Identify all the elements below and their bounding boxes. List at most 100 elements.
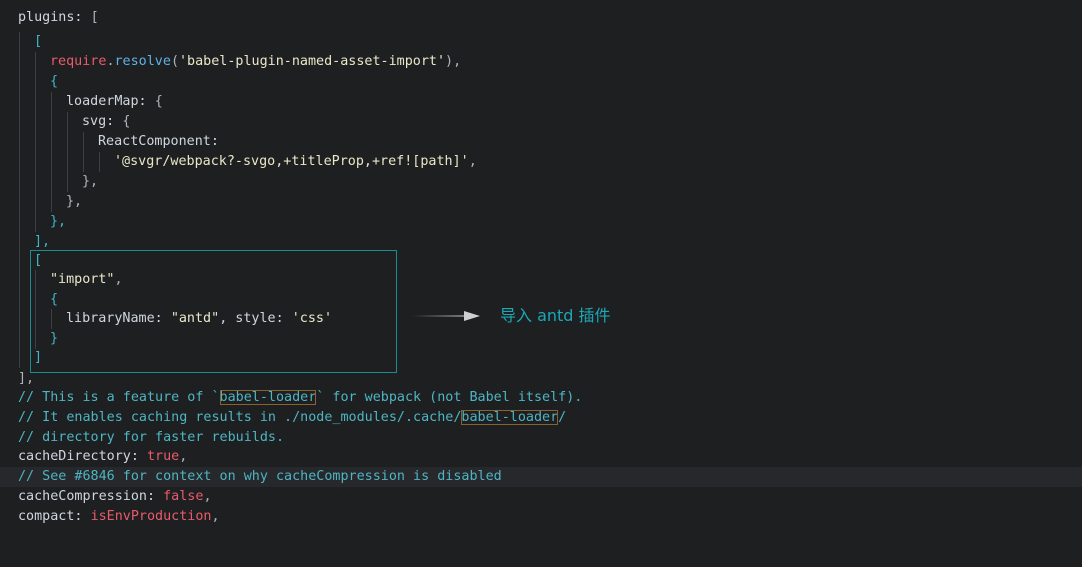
arrow-right-icon bbox=[412, 311, 480, 321]
indent-guide bbox=[19, 132, 20, 152]
indent-guide bbox=[19, 72, 20, 92]
indent-guide bbox=[67, 172, 68, 192]
token: resolve bbox=[114, 54, 171, 69]
indent-guide bbox=[67, 132, 68, 152]
indent-guide bbox=[19, 348, 20, 368]
comment-text: / bbox=[558, 410, 567, 425]
token: ], bbox=[18, 371, 35, 386]
code-editor[interactable]: plugins: [ [ require.resolve('babel-plug… bbox=[0, 0, 1082, 530]
indent-guide bbox=[19, 270, 20, 290]
indent-guide bbox=[19, 172, 20, 192]
indent-guide bbox=[19, 309, 20, 329]
search-match-highlight: babel-loader bbox=[461, 410, 559, 425]
indent-guide bbox=[51, 92, 52, 112]
indent-guide bbox=[19, 152, 20, 172]
indent-guide bbox=[67, 152, 68, 172]
vertical-scrollbar[interactable] bbox=[1076, 0, 1082, 530]
indent-guide bbox=[35, 172, 36, 192]
code-line-25: cacheCompression: false, bbox=[0, 487, 1082, 507]
token: , bbox=[203, 489, 212, 504]
code-line-12: ], bbox=[0, 232, 1082, 252]
code-line-6: svg: { bbox=[0, 112, 1082, 132]
indent-guide bbox=[83, 132, 84, 152]
code-line-23: cacheDirectory: true, bbox=[0, 447, 1082, 467]
code-line-11: }, bbox=[0, 212, 1082, 232]
token: , bbox=[211, 509, 220, 524]
indent-guide bbox=[19, 92, 20, 112]
indent-guide bbox=[51, 192, 52, 212]
token: ReactComponent: bbox=[98, 134, 219, 149]
token: ], bbox=[34, 234, 51, 249]
comment-text: // This is a feature of ` bbox=[18, 390, 220, 405]
token: cacheCompression: bbox=[18, 489, 164, 504]
token: true bbox=[147, 449, 180, 464]
indent-guide bbox=[19, 329, 20, 349]
token: 'babel-plugin-named-asset-import' bbox=[179, 54, 446, 69]
code-line-24-current: // See #6846 for context on why cacheCom… bbox=[0, 467, 1082, 487]
token: }, bbox=[50, 214, 67, 229]
search-match-highlight: babel-loader bbox=[219, 390, 317, 405]
indent-guide bbox=[19, 232, 20, 252]
indent-guide bbox=[19, 52, 20, 72]
indent-guide bbox=[35, 72, 36, 92]
token: ), bbox=[445, 54, 462, 69]
indent-guide bbox=[19, 112, 20, 132]
indent-guide bbox=[51, 152, 52, 172]
code-line-9: }, bbox=[0, 172, 1082, 192]
indent-guide bbox=[35, 212, 36, 232]
token: false bbox=[163, 489, 204, 504]
token: plugins: bbox=[18, 10, 91, 25]
indent-guide bbox=[35, 92, 36, 112]
code-line-10: }, bbox=[0, 192, 1082, 212]
indent-guide bbox=[35, 132, 36, 152]
indent-guide bbox=[35, 112, 36, 132]
token: ( bbox=[170, 54, 179, 69]
code-line-3: require.resolve('babel-plugin-named-asse… bbox=[0, 52, 1082, 72]
code-line-2: [ bbox=[0, 32, 1082, 52]
code-line-7: ReactComponent: bbox=[0, 132, 1082, 152]
indent-guide bbox=[35, 192, 36, 212]
comment-text: // See #6846 for context on why cacheCom… bbox=[18, 469, 502, 484]
annotation-label: 导入 antd 插件 bbox=[500, 306, 611, 325]
token: [ bbox=[90, 10, 99, 25]
indent-guide bbox=[35, 52, 36, 72]
token: { bbox=[50, 74, 59, 89]
token: loaderMap: bbox=[66, 94, 155, 109]
token: compact: bbox=[18, 509, 91, 524]
code-line-20: // This is a feature of `babel-loader` f… bbox=[0, 388, 1082, 408]
code-line-8: '@svgr/webpack?-svgo,+titleProp,+ref![pa… bbox=[0, 152, 1082, 172]
token: , bbox=[468, 154, 477, 169]
indent-guide bbox=[51, 112, 52, 132]
indent-guide bbox=[19, 251, 20, 271]
comment-text: // It enables caching results in ./node_… bbox=[18, 410, 462, 425]
annotation-box bbox=[30, 250, 397, 373]
code-line-4: { bbox=[0, 72, 1082, 92]
indent-guide bbox=[19, 32, 20, 52]
indent-guide bbox=[83, 152, 84, 172]
token: . bbox=[106, 54, 115, 69]
indent-guide bbox=[51, 132, 52, 152]
token: svg: bbox=[82, 114, 123, 129]
token: { bbox=[154, 94, 163, 109]
code-line-21: // It enables caching results in ./node_… bbox=[0, 408, 1082, 428]
token: , bbox=[179, 449, 188, 464]
indent-guide bbox=[35, 152, 36, 172]
token: require bbox=[50, 54, 107, 69]
code-line-26: compact: isEnvProduction, bbox=[0, 507, 1082, 527]
indent-guide bbox=[19, 290, 20, 310]
token: '@svgr/webpack?-svgo,+titleProp,+ref![pa… bbox=[114, 154, 469, 169]
code-line-5: loaderMap: { bbox=[0, 92, 1082, 112]
indent-guide bbox=[51, 172, 52, 192]
indent-guide bbox=[99, 152, 100, 172]
token: }, bbox=[82, 174, 99, 189]
token: cacheDirectory: bbox=[18, 449, 147, 464]
token: [ bbox=[34, 34, 43, 49]
comment-text: // directory for faster rebuilds. bbox=[18, 430, 285, 445]
indent-guide bbox=[19, 192, 20, 212]
token: { bbox=[122, 114, 131, 129]
code-line-22: // directory for faster rebuilds. bbox=[0, 428, 1082, 448]
token: isEnvProduction bbox=[90, 509, 212, 524]
indent-guide bbox=[67, 112, 68, 132]
indent-guide bbox=[19, 212, 20, 232]
token: }, bbox=[66, 194, 83, 209]
